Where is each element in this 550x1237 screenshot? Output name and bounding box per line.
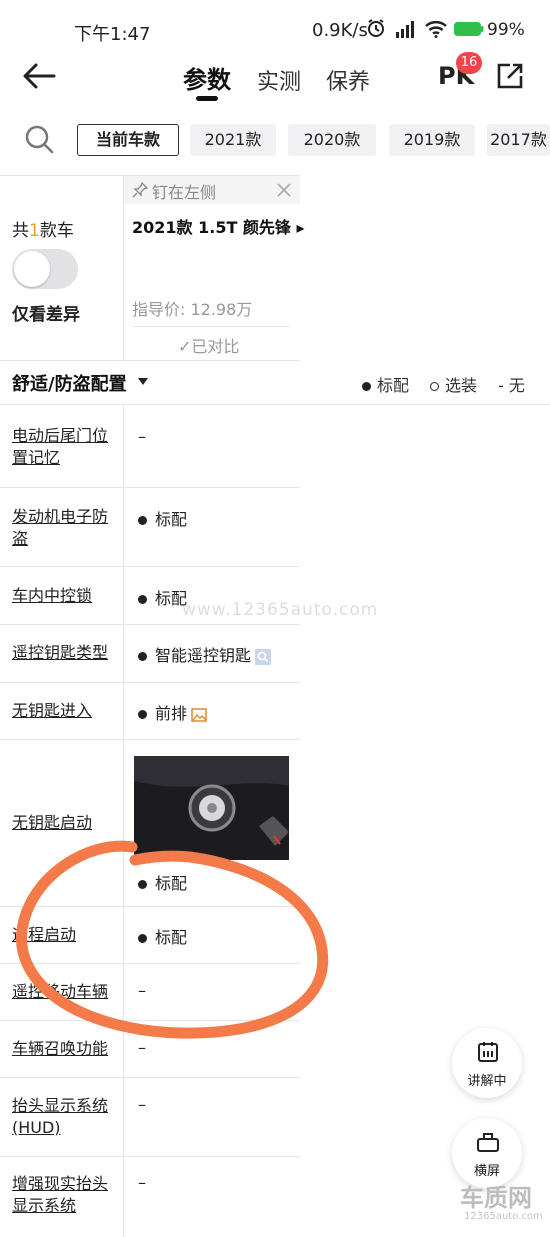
image-icon[interactable] — [191, 707, 207, 722]
row-value: – — [138, 1095, 146, 1114]
row-value: 标配 — [138, 870, 187, 894]
guide-price: 指导价: 12.98万 — [132, 300, 253, 319]
svg-text:车质网: 车质网 — [460, 1184, 532, 1212]
chip-current-model[interactable]: 当前车款 — [77, 124, 179, 156]
site-logo: 车质网 12365auto.com — [460, 1184, 543, 1222]
row-value: – — [138, 981, 146, 1000]
compare-header: 共1款车 仅看差异 钉在左侧 2021款 1.5T 颜先锋 ▸ 指导价: 12.… — [0, 175, 305, 361]
row-label[interactable]: 增强现实抬头显示系统 — [12, 1173, 112, 1217]
divider — [132, 326, 290, 327]
start-button-photo[interactable] — [134, 756, 289, 860]
diff-only-label: 仅看差异 — [12, 305, 80, 325]
battery-icon — [454, 22, 484, 36]
toggle-knob — [14, 251, 50, 287]
compare-controls: 共1款车 仅看差异 — [0, 176, 124, 360]
table-row: 发动机电子防盗 标配 — [0, 488, 300, 567]
table-row: 车辆召唤功能 – — [0, 1021, 300, 1078]
chip-2019[interactable]: 2019款 — [389, 124, 475, 156]
table-row: 无钥匙启动 标配 — [0, 740, 300, 907]
tab-params[interactable]: 参数 — [183, 60, 231, 95]
search-icon[interactable] — [24, 124, 54, 154]
row-label[interactable]: 车辆召唤功能 — [12, 1038, 122, 1060]
row-value: – — [138, 1038, 146, 1057]
row-label[interactable]: 遥控移动车辆 — [12, 981, 122, 1003]
filled-dot-icon — [362, 382, 371, 391]
landscape-button[interactable]: 横屏 — [452, 1118, 522, 1188]
diff-only-toggle[interactable] — [12, 249, 78, 289]
row-label[interactable]: 车内中控锁 — [12, 585, 112, 607]
table-row: 无钥匙进入 前排 — [0, 683, 300, 740]
network-speed: 0.9K/s — [312, 20, 368, 41]
row-value: – — [138, 427, 146, 446]
active-tab-indicator — [196, 96, 218, 101]
tab-maintenance[interactable]: 保养 — [326, 64, 370, 96]
table-row: 增强现实抬头显示系统 – — [0, 1157, 300, 1237]
top-nav: 参数 实测 保养 PK 16 — [0, 52, 550, 108]
share-icon[interactable] — [496, 62, 524, 90]
row-value: 前排 — [138, 700, 207, 724]
rotate-screen-icon — [477, 1133, 499, 1152]
row-label[interactable]: 遥控钥匙类型 — [12, 642, 122, 664]
row-value: 标配 — [138, 924, 187, 948]
chip-2017[interactable]: 2017款 — [487, 124, 550, 156]
table-row: 遥控移动车辆 – — [0, 964, 300, 1021]
caret-down-icon[interactable] — [138, 378, 148, 385]
pk-count-badge: 16 — [456, 52, 482, 74]
clock: 下午1:47 — [74, 24, 151, 45]
close-icon[interactable] — [274, 180, 294, 200]
car-model-name[interactable]: 2021款 1.5T 颜先锋 ▸ — [132, 214, 305, 238]
search-icon[interactable] — [255, 648, 272, 665]
chip-2021[interactable]: 2021款 — [190, 124, 276, 156]
landscape-label: 横屏 — [473, 1164, 500, 1179]
pin-left-bar[interactable]: 钉在左侧 — [124, 176, 300, 204]
hollow-dot-icon — [430, 382, 439, 391]
explain-label: 讲解中 — [467, 1074, 507, 1089]
watermark: www.12365auto.com — [182, 600, 379, 620]
wifi-icon — [425, 21, 447, 38]
row-label[interactable]: 无钥匙进入 — [12, 700, 112, 722]
legend-none: - 无 — [498, 376, 525, 395]
signal-icon — [396, 21, 414, 38]
table-row: 远程启动 标配 — [0, 907, 300, 964]
status-bar: 下午1:47 0.9K/s 99% — [0, 0, 550, 60]
table-row: 电动后尾门位置记忆 – — [0, 405, 300, 488]
row-label[interactable]: 电动后尾门位置记忆 — [12, 425, 112, 469]
pin-left-label: 钉在左侧 — [152, 183, 217, 202]
start-button-image — [134, 756, 289, 860]
row-value: – — [138, 1173, 146, 1192]
pin-icon — [132, 182, 148, 198]
clipboard-icon — [478, 1042, 498, 1062]
car-count: 共1款车 — [12, 221, 74, 241]
row-value: 标配 — [138, 585, 187, 609]
table-row: 遥控钥匙类型 智能遥控钥匙 — [0, 625, 300, 683]
row-label[interactable]: 远程启动 — [12, 924, 112, 946]
row-value: 智能遥控钥匙 — [138, 642, 272, 666]
row-label[interactable]: 发动机电子防盗 — [12, 506, 112, 550]
legend-optional: 选装 — [430, 372, 477, 396]
svg-text:12365auto.com: 12365auto.com — [464, 1211, 543, 1222]
section-header: 舒适/防盗配置 标配 选装 - 无 — [0, 360, 550, 405]
row-label[interactable]: 抬头显示系统(HUD) — [12, 1095, 112, 1139]
alarm-icon — [368, 19, 384, 37]
explain-button[interactable]: 讲解中 — [452, 1028, 522, 1098]
back-arrow-icon[interactable] — [22, 62, 56, 90]
battery-percent: 99% — [487, 20, 525, 40]
chip-2020[interactable]: 2020款 — [288, 124, 376, 156]
row-value: 标配 — [138, 506, 187, 530]
tab-measured[interactable]: 实测 — [257, 64, 301, 96]
row-label[interactable]: 无钥匙启动 — [12, 812, 112, 834]
legend-standard: 标配 — [362, 372, 409, 396]
year-filter-bar: 当前车款 2021款 2020款 2019款 2017款 — [0, 118, 550, 164]
section-title[interactable]: 舒适/防盗配置 — [12, 370, 127, 396]
compared-status[interactable]: ✓已对比 — [178, 333, 239, 357]
table-row: 抬头显示系统(HUD) – — [0, 1078, 300, 1157]
